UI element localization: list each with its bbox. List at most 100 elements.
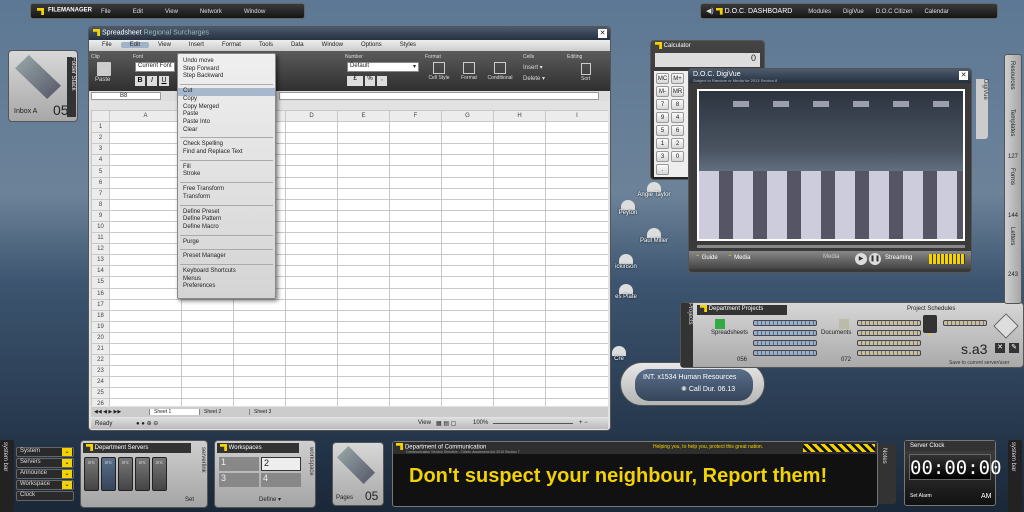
row-header[interactable]: 21 xyxy=(91,342,110,356)
menu-item-keyboard-shortcuts[interactable]: Keyboard Shortcuts xyxy=(178,268,275,276)
cell[interactable] xyxy=(545,198,608,211)
row-header[interactable]: 25 xyxy=(91,387,110,400)
close-icon[interactable]: ✕ xyxy=(598,29,607,38)
menu-item-clear[interactable]: Clear xyxy=(178,127,275,135)
cell[interactable] xyxy=(545,165,608,178)
menu-item-find-and-replace-text[interactable]: Find and Replace Text xyxy=(178,149,275,157)
menu-item-preferences[interactable]: Preferences xyxy=(178,283,275,291)
cell[interactable] xyxy=(285,132,338,145)
row-header[interactable]: 11 xyxy=(91,232,110,245)
diamond-icon[interactable] xyxy=(993,313,1019,339)
cell[interactable] xyxy=(493,331,546,344)
sheet-menu-format[interactable]: Format xyxy=(213,42,250,48)
cell[interactable] xyxy=(493,309,546,322)
cell[interactable] xyxy=(109,187,182,200)
cell[interactable] xyxy=(233,309,286,322)
menu-item-purge[interactable]: Purge xyxy=(178,239,275,247)
comma-button[interactable]: , xyxy=(377,76,387,86)
cell[interactable] xyxy=(493,176,546,189)
cell[interactable] xyxy=(389,276,442,289)
sidebar-item-letters[interactable]: Letters xyxy=(1009,227,1015,269)
cell[interactable] xyxy=(109,398,182,406)
cell[interactable] xyxy=(233,398,286,406)
cell-style-button[interactable]: Cell Style xyxy=(425,62,453,81)
cell[interactable] xyxy=(493,398,546,406)
sheet-menu-file[interactable]: File xyxy=(93,42,121,48)
sheet-menu-edit[interactable]: Edit xyxy=(120,42,150,48)
inbox-widget[interactable]: Inbox A 05 Folder Stack xyxy=(8,50,78,122)
cell[interactable] xyxy=(493,220,546,234)
calc-key[interactable]: M- xyxy=(656,86,669,97)
media-tab[interactable]: ⌃ Media xyxy=(727,255,750,261)
cell[interactable] xyxy=(109,365,182,378)
server-unit[interactable]: srv. xyxy=(84,457,99,491)
cell[interactable] xyxy=(545,320,608,333)
cell[interactable] xyxy=(389,187,442,200)
calc-key[interactable]: 9 xyxy=(656,112,669,123)
calc-key[interactable]: M+ xyxy=(671,73,684,84)
cell[interactable] xyxy=(109,254,182,267)
cell[interactable] xyxy=(109,198,182,211)
sheet-menu-view[interactable]: View xyxy=(149,42,180,48)
cell[interactable] xyxy=(389,198,442,211)
cell[interactable] xyxy=(441,331,494,344)
workspace-2[interactable]: 2 xyxy=(261,457,301,471)
digivue-side-tab[interactable]: DigiVue xyxy=(976,79,988,139)
cell[interactable] xyxy=(389,154,442,167)
row-header[interactable]: 8 xyxy=(91,198,110,211)
cell[interactable] xyxy=(493,121,546,134)
cell[interactable] xyxy=(285,121,338,134)
cell[interactable] xyxy=(109,176,182,189)
underline-button[interactable]: U xyxy=(159,76,169,86)
sheet-menu-insert[interactable]: Insert xyxy=(180,42,213,48)
sheet-tab[interactable]: Sheet 2 xyxy=(199,409,249,415)
cell[interactable] xyxy=(285,398,338,406)
cell[interactable] xyxy=(493,276,546,289)
menu-item-transform[interactable]: Transform xyxy=(178,194,275,202)
cell[interactable] xyxy=(109,165,182,178)
cell[interactable] xyxy=(545,121,608,134)
cell[interactable] xyxy=(545,209,608,222)
cell[interactable] xyxy=(285,220,338,234)
cell[interactable] xyxy=(389,165,442,178)
calc-key[interactable]: 0 xyxy=(671,151,684,162)
cell[interactable] xyxy=(545,154,608,167)
dashboard-link-3[interactable]: Calendar xyxy=(918,9,954,15)
cell[interactable] xyxy=(545,254,608,267)
cell[interactable] xyxy=(285,387,338,400)
cell[interactable] xyxy=(493,387,546,400)
contact-angie[interactable]: Angie Taylor xyxy=(630,182,678,198)
cell[interactable] xyxy=(545,354,608,367)
cell[interactable] xyxy=(181,365,234,378)
cell[interactable] xyxy=(441,176,494,189)
cell[interactable] xyxy=(389,220,442,234)
row-header[interactable]: 9 xyxy=(91,209,110,222)
row-header[interactable]: 19 xyxy=(91,320,110,333)
cell[interactable] xyxy=(493,232,546,245)
menu-item-undo-move[interactable]: Undo move xyxy=(178,58,275,66)
cell[interactable] xyxy=(389,254,442,267)
sidebar-item-forms[interactable]: Forms xyxy=(1009,168,1015,210)
zoom-icons[interactable]: ● ● ⊕ ⊖ xyxy=(136,421,158,427)
cell[interactable] xyxy=(233,331,286,344)
cell[interactable] xyxy=(337,387,390,400)
spreadsheets-group[interactable]: Spreadsheets 056 xyxy=(711,319,819,365)
cell[interactable] xyxy=(389,331,442,344)
menu-item-copy[interactable]: Copy xyxy=(178,96,275,104)
calc-key[interactable]: . xyxy=(656,164,669,175)
cell[interactable] xyxy=(389,143,442,156)
cell[interactable] xyxy=(337,298,390,311)
cell[interactable] xyxy=(545,309,608,322)
menu-item-paste-into[interactable]: Paste Into xyxy=(178,119,275,127)
system-button-system[interactable]: System ⌄ xyxy=(16,447,74,457)
cell[interactable] xyxy=(441,143,494,156)
column-header[interactable]: F xyxy=(389,110,442,123)
dashboard-link-1[interactable]: DigiVue xyxy=(837,9,870,15)
format-button[interactable]: Format xyxy=(457,62,481,81)
row-header[interactable]: 16 xyxy=(91,287,110,300)
cell[interactable] xyxy=(109,309,182,322)
set-alarm-button[interactable]: Set Alarm xyxy=(910,493,932,499)
menu-item-define-pattern[interactable]: Define Pattern xyxy=(178,216,275,224)
cell[interactable] xyxy=(389,309,442,322)
cell[interactable] xyxy=(389,398,442,406)
